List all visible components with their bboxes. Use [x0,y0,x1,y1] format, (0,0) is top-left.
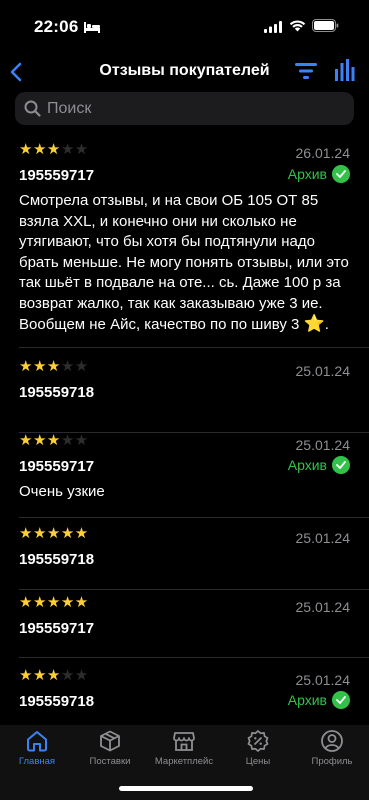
tab-prices[interactable]: Цены [221,725,295,775]
tab-label: Маркетплейс [154,756,214,767]
box-icon [98,729,122,758]
article-number: 195559718 [19,384,95,401]
star-rating: ★★★★★ [19,432,89,449]
review-card[interactable]: ★★★★★ 25.01.24 195559718 [19,348,369,433]
tab-label: Цены [245,756,271,767]
search-input[interactable]: Поиск [15,92,354,125]
check-circle-icon [332,691,350,709]
review-card[interactable]: ★★★★★ 26.01.24 195559717 Архив Смотрела … [19,135,369,348]
article-number: 195559717 [19,458,95,475]
star-rating: ★★★★★ [19,525,89,542]
bed-icon [84,20,100,38]
store-icon [172,729,196,758]
archive-status: Архив [288,691,350,709]
review-text: Очень узкие [19,483,105,500]
tab-label: Главная [18,756,56,767]
battery-icon [312,19,339,37]
archive-status: Архив [288,456,350,474]
home-icon [25,729,49,758]
statistics-chart-icon[interactable] [335,59,355,86]
review-date: 25.01.24 [295,530,351,546]
home-indicator [119,786,253,791]
status-time: 22:06 [34,17,79,36]
review-date: 26.01.24 [295,145,351,161]
review-card[interactable]: ★★★★★ 25.01.24 195559717 [19,590,369,658]
article-number: 195559717 [19,167,95,184]
review-card[interactable]: ★★★★★ 25.01.24 195559718 Архив [19,658,369,718]
review-date: 25.01.24 [295,363,351,379]
check-circle-icon [332,456,350,474]
percent-badge-icon [246,729,270,758]
star-rating: ★★★★★ [19,358,89,375]
tab-profile[interactable]: Профиль [295,725,369,775]
archive-status: Архив [288,165,350,183]
profile-icon [320,729,344,758]
filter-icon[interactable] [294,62,318,85]
navigation-bar: Отзывы покупателей [0,52,369,92]
tab-label: Поставки [89,756,131,767]
review-text-body: Смотрела отзывы, и на свои ОБ 105 ОТ 85 … [19,192,349,333]
article-number: 195559717 [19,620,95,637]
review-card[interactable]: ★★★★★ 25.01.24 195559718 [19,518,369,590]
tab-home[interactable]: Главная [0,725,74,775]
star-rating: ★★★★★ [19,141,89,158]
status-bar: 22:06 [0,0,369,52]
review-text-end: . [324,316,329,333]
review-date: 25.01.24 [295,599,351,615]
review-text: Смотрела отзывы, и на свои ОБ 105 ОТ 85 … [19,191,349,336]
review-date: 25.01.24 [295,672,351,688]
archive-label: Архив [287,457,327,473]
review-date: 25.01.24 [295,437,351,453]
archive-label: Архив [287,692,327,708]
review-card[interactable]: ★★★★★ 25.01.24 195559717 Архив Очень узк… [19,433,369,518]
tab-marketplace[interactable]: Маркетплейс [147,725,221,775]
article-number: 195559718 [19,693,95,710]
tab-supplies[interactable]: Поставки [73,725,147,775]
star-emoji-icon: ⭐ [303,314,325,333]
star-rating: ★★★★★ [19,594,89,611]
star-rating: ★★★★★ [19,667,89,684]
article-number: 195559718 [19,551,95,568]
reviews-list: ★★★★★ 26.01.24 195559717 Архив Смотрела … [0,135,369,718]
check-circle-icon [332,165,350,183]
tab-label: Профиль [311,756,353,767]
wifi-icon [289,19,306,37]
search-icon [24,100,41,117]
search-placeholder: Поиск [47,99,92,117]
cellular-signal-icon [264,20,283,38]
archive-label: Архив [287,166,327,182]
